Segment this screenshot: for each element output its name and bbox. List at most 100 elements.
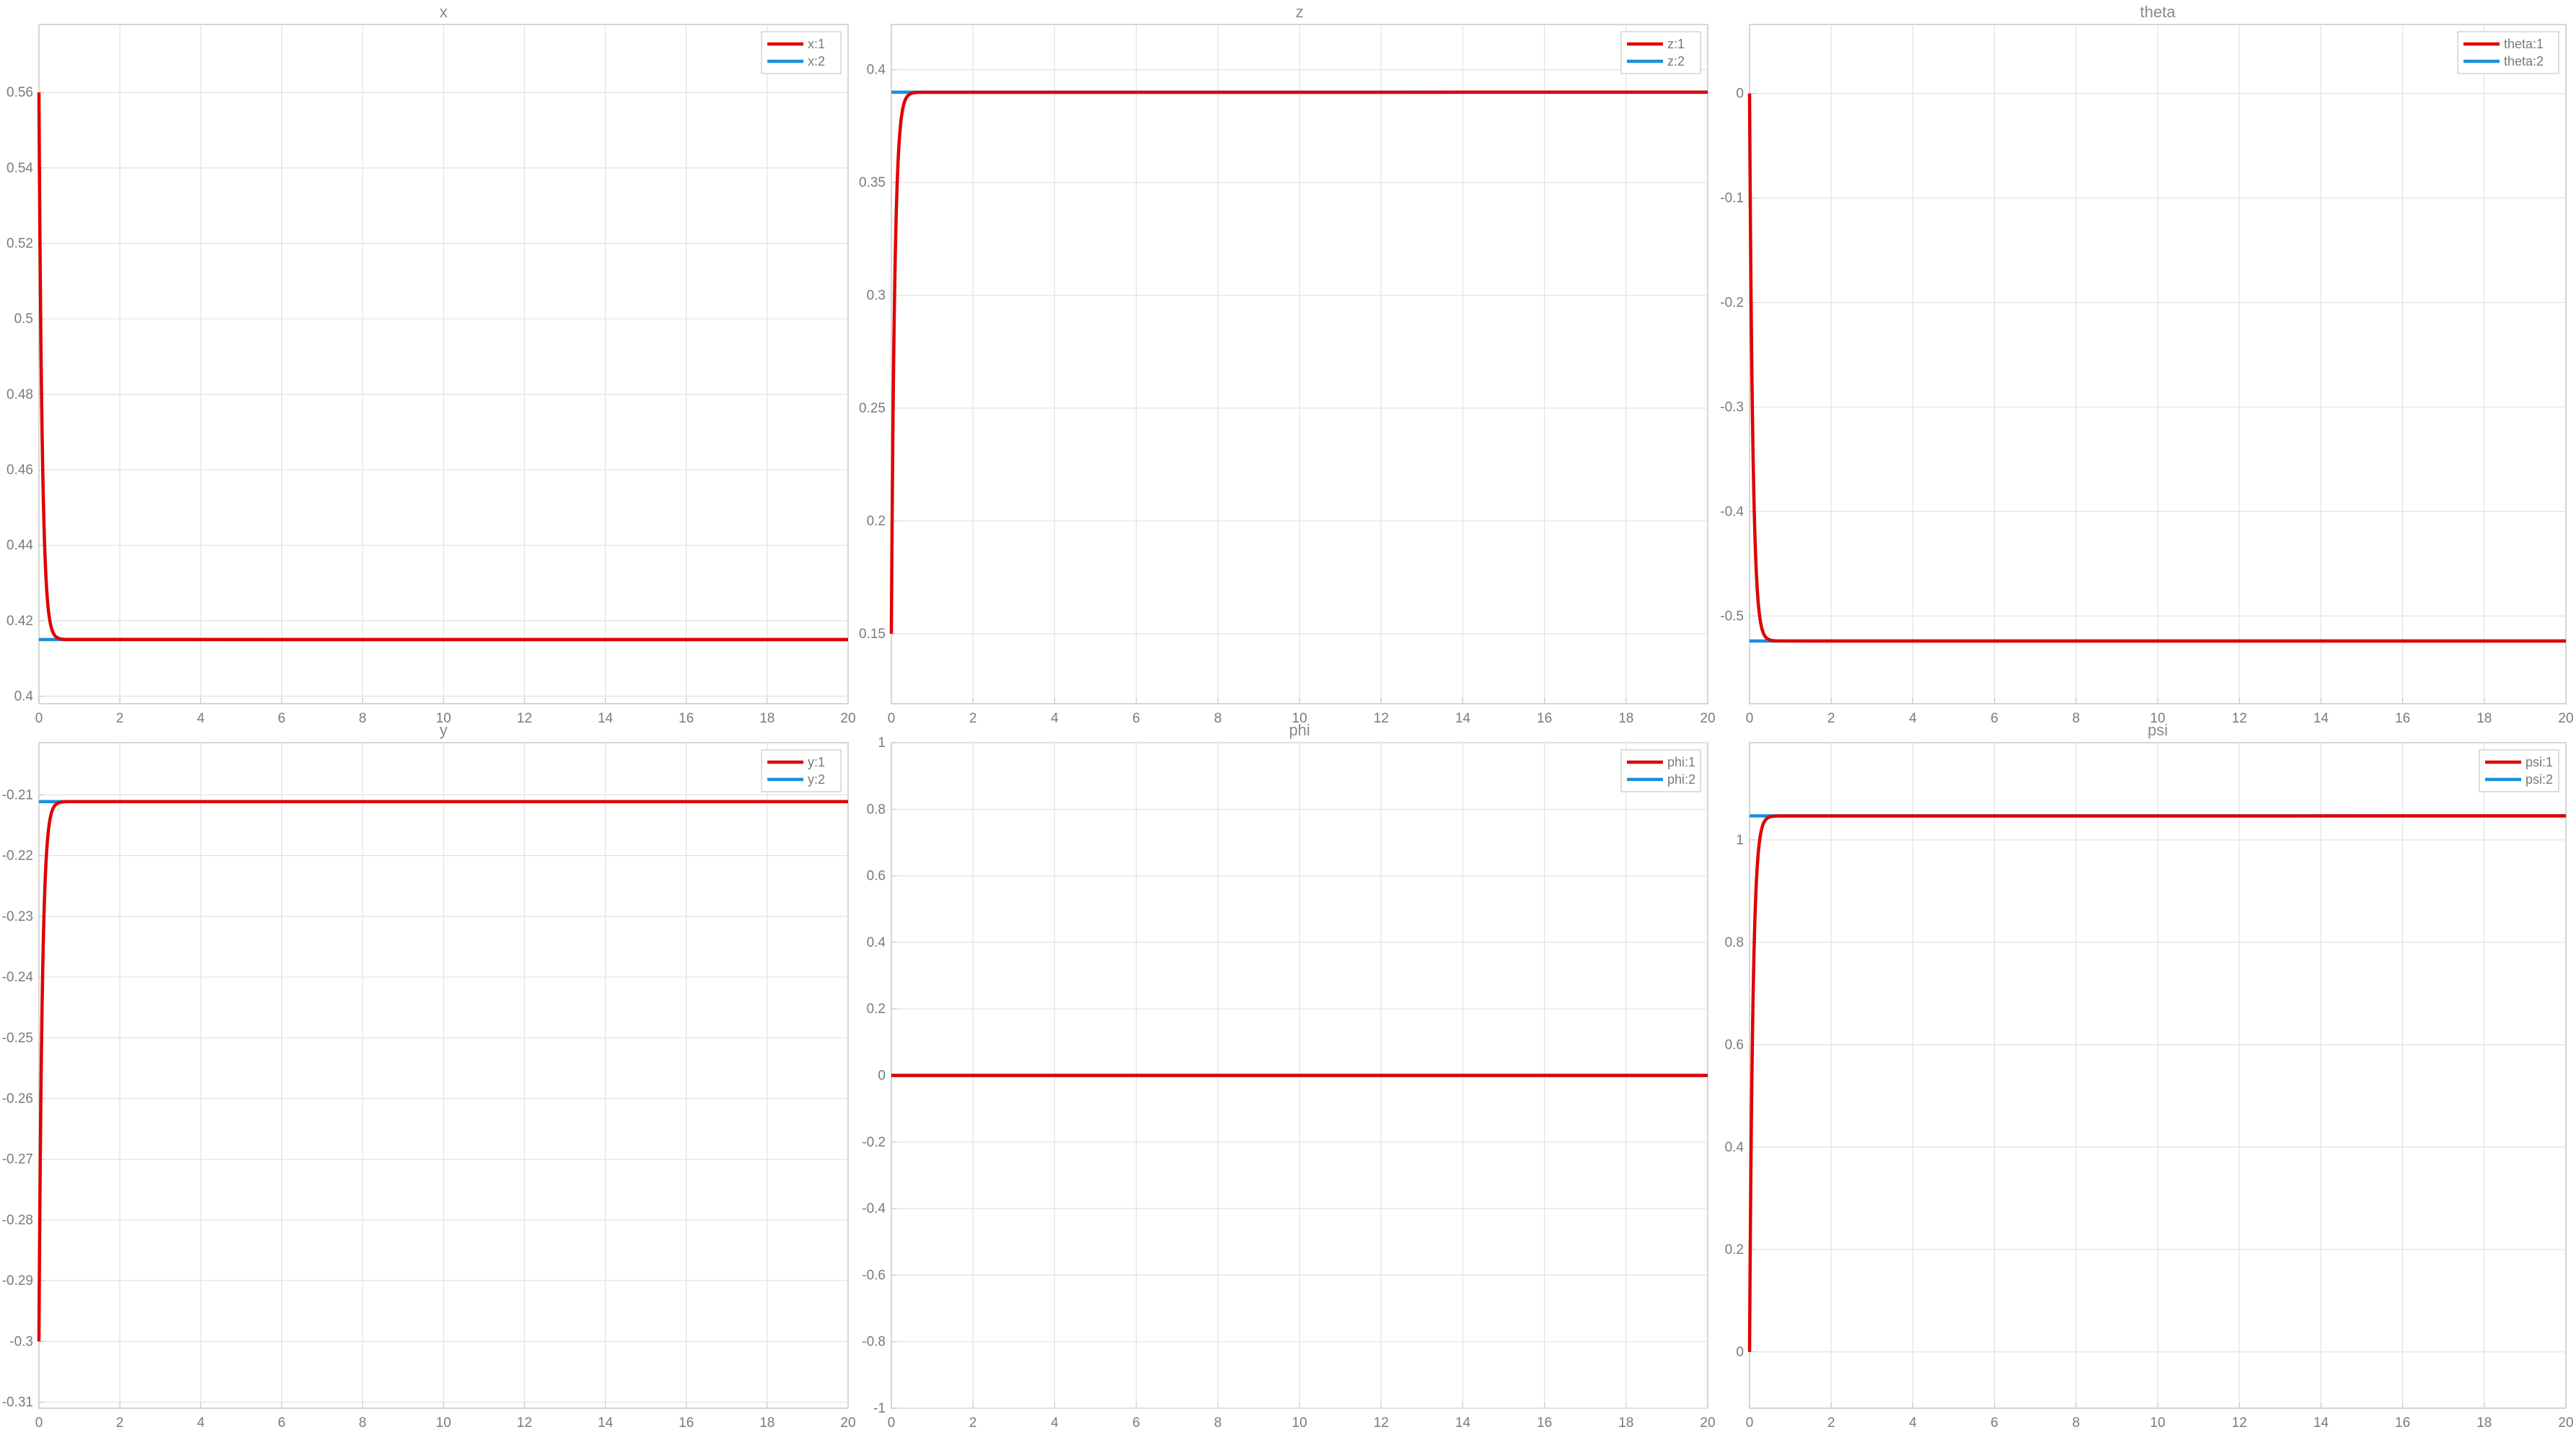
legend: psi:1 psi:2 — [2479, 749, 2559, 792]
chart-title: z — [1296, 3, 1304, 21]
x-tick-label: 12 — [517, 711, 532, 726]
chart-psi: psi0 2 4 6 8 10 12 14 16 18 2000.20.40.60.81psi:1p… — [1725, 721, 2574, 1431]
y-tick-label: 0.8 — [867, 802, 886, 817]
y-tick-label: -0.5 — [1720, 609, 1744, 624]
x-tick-label: 6 — [1132, 711, 1140, 726]
x-tick-label: 2 — [969, 711, 977, 726]
y-tick-label: -0.26 — [2, 1092, 33, 1107]
x-tick-label: 20 — [2558, 1415, 2573, 1431]
x-tick-label: 8 — [1214, 711, 1222, 726]
y-tick-label: -0.3 — [1720, 399, 1744, 415]
x-tick-label: 4 — [197, 1415, 205, 1431]
x-tick-label: 8 — [2073, 711, 2081, 726]
y-tick-label: 0.6 — [1725, 1038, 1744, 1053]
x-tick-label: 16 — [2395, 711, 2410, 726]
y-tick-label: -1 — [873, 1401, 886, 1416]
x-tick-label: 16 — [1537, 711, 1552, 726]
x-tick-label: 16 — [679, 711, 694, 726]
x-tick-label: 6 — [278, 711, 286, 726]
x-tick-label: 6 — [1990, 1415, 1998, 1431]
chart-z: z0 2 4 6 8 10 12 14 16 18 200.150.20.250.30.350.4z… — [859, 3, 1716, 726]
x-tick-label: 6 — [278, 1415, 286, 1431]
x-tick-label: 8 — [359, 711, 367, 726]
x-tick-label: 10 — [436, 1415, 451, 1431]
y-tick-label: -0.2 — [1720, 295, 1744, 310]
y-tick-label: -0.21 — [2, 787, 33, 803]
legend-label: psi:2 — [2526, 772, 2553, 787]
y-tick-label: 0.4 — [867, 935, 886, 950]
y-tick-label: 0.48 — [6, 387, 33, 402]
x-tick-label: 2 — [116, 711, 124, 726]
y-tick-label: 0.54 — [6, 161, 33, 176]
y-tick-label: 0.52 — [6, 237, 33, 252]
y-tick-label: 0.42 — [6, 614, 33, 629]
x-tick-label: 16 — [1537, 1415, 1552, 1431]
y-tick-label: 0.56 — [6, 85, 33, 100]
y-tick-label: 0.6 — [867, 869, 886, 884]
y-tick-label: -0.2 — [862, 1135, 886, 1150]
y-tick-label: -0.27 — [2, 1152, 33, 1167]
y-tick-label: 0.3 — [867, 288, 886, 304]
x-tick-label: 2 — [969, 1415, 977, 1431]
y-tick-label: 0.46 — [6, 463, 33, 478]
x-tick-label: 4 — [1051, 711, 1059, 726]
x-tick-label: 8 — [2073, 1415, 2081, 1431]
x-tick-label: 20 — [840, 711, 855, 726]
y-tick-label: -0.29 — [2, 1273, 33, 1289]
legend: z:1z:2 — [1620, 31, 1701, 74]
legend-label: phi:1 — [1667, 755, 1695, 769]
x-tick-label: 2 — [1827, 1415, 1835, 1431]
x-tick-label: 10 — [2150, 1415, 2165, 1431]
legend-label: psi:1 — [2526, 755, 2553, 769]
x-tick-label: 10 — [1292, 1415, 1307, 1431]
legend-label: theta:1 — [2504, 37, 2544, 51]
x-tick-label: 14 — [2313, 711, 2329, 726]
x-tick-label: 12 — [1374, 711, 1389, 726]
y-tick-label: 0.2 — [867, 1002, 886, 1017]
chart-title: y — [440, 721, 448, 739]
y-tick-label: 0 — [1736, 87, 1744, 102]
y-tick-label: 0.35 — [859, 175, 886, 190]
x-tick-label: 14 — [1455, 711, 1471, 726]
x-tick-label: 18 — [2476, 711, 2492, 726]
y-tick-label: 0 — [878, 1069, 886, 1084]
y-tick-label: 0.4 — [867, 63, 886, 78]
legend: x:1x:2 — [761, 31, 842, 74]
x-tick-label: 4 — [1051, 1415, 1059, 1431]
chart-title: theta — [2140, 3, 2176, 21]
chart-title: x — [440, 3, 448, 21]
y-tick-label: -0.8 — [862, 1335, 886, 1350]
x-tick-label: 8 — [1214, 1415, 1222, 1431]
legend-label: y:2 — [808, 772, 825, 787]
chart-title: phi — [1289, 721, 1310, 739]
x-tick-label: 0 — [888, 1415, 896, 1431]
y-tick-label: 0.2 — [867, 514, 886, 529]
x-tick-label: 0 — [35, 711, 43, 726]
y-tick-label: -0.6 — [862, 1268, 886, 1283]
legend-box — [761, 31, 842, 74]
chart-theta: theta0 2 4 6 8 10 12 14 16 18 20-0.5-0.4-0.3-0.2-0… — [1720, 3, 2573, 726]
y-tick-label: -0.4 — [1720, 504, 1744, 519]
x-tick-label: 8 — [359, 1415, 367, 1431]
x-tick-label: 12 — [517, 1415, 532, 1431]
figure-canvas: x0 2 4 6 8 10 12 14 16 18 200.40.420.440.460.480.5… — [2, 3, 2574, 1431]
y-tick-label: -0.1 — [1720, 191, 1744, 206]
legend-label: phi:2 — [1667, 772, 1695, 787]
legend: phi:1 phi:2 — [1620, 749, 1701, 792]
y-tick-label: 0.5 — [14, 311, 33, 327]
legend-box — [1620, 31, 1701, 74]
y-tick-label: 0.44 — [6, 538, 33, 553]
x-tick-label: 18 — [759, 711, 775, 726]
chart-y: y 0 2 4 6 8 10 12 14 16 18 20 -0.31 -0.3 -0.29 -0.28 -0.… — [2, 721, 856, 1431]
y-tick-label: 0 — [1736, 1345, 1744, 1360]
x-tick-label: 0 — [1746, 1415, 1754, 1431]
x-tick-label: 20 — [840, 1415, 855, 1431]
x-tick-label: 2 — [1827, 711, 1835, 726]
legend-label: y:1 — [808, 755, 825, 769]
y-tick-label: -0.28 — [2, 1213, 33, 1228]
x-tick-label: 12 — [2232, 711, 2247, 726]
x-tick-label: 18 — [1618, 1415, 1633, 1431]
legend-label: x:2 — [808, 54, 825, 68]
x-tick-label: 0 — [888, 711, 896, 726]
y-tick-label: 1 — [878, 735, 886, 751]
